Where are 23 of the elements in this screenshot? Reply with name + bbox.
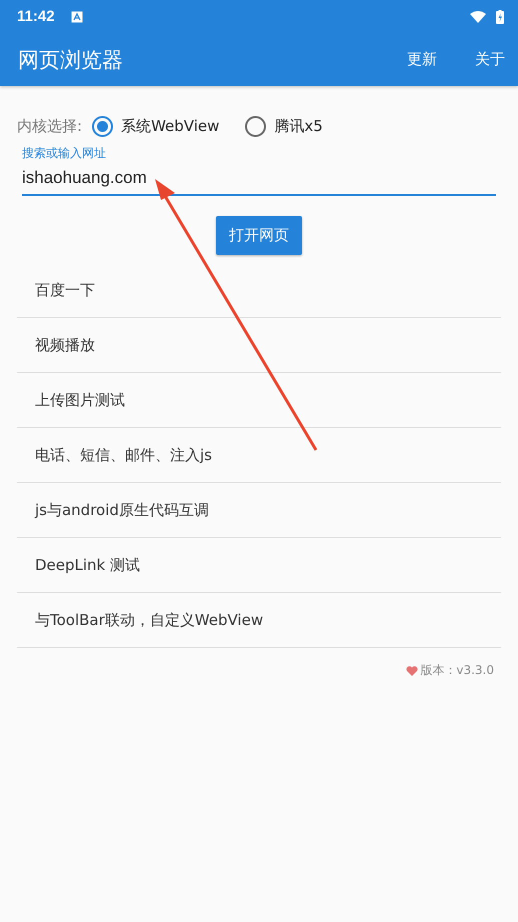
radio-label[interactable]: 系统WebView <box>121 116 220 136</box>
menu-list-item[interactable]: 上传图片测试 <box>17 373 501 428</box>
menu-list-item[interactable]: 视频播放 <box>17 318 501 373</box>
menu-list-item[interactable]: DeepLink 测试 <box>17 538 501 593</box>
radio-label[interactable]: 腾讯x5 <box>274 116 323 136</box>
menu-list-item[interactable]: 百度一下 <box>17 263 501 318</box>
field-label: 搜索或输入网址 <box>22 145 107 162</box>
battery-icon <box>496 10 504 24</box>
notification-icon <box>70 10 83 22</box>
heart-icon <box>406 664 418 676</box>
radio-button[interactable] <box>245 116 266 136</box>
kernel-label: 内核选择: <box>17 116 82 136</box>
version-text: 版本：v3.3.0 <box>420 662 494 679</box>
status-time: 11:42 <box>17 8 55 25</box>
menu-list-item[interactable]: 电话、短信、邮件、注入js <box>17 428 501 483</box>
open-button[interactable]: 打开网页 <box>216 216 302 255</box>
menu-list-item[interactable]: js与android原生代码互调 <box>17 483 501 538</box>
radio-button[interactable] <box>92 116 114 136</box>
menu-action[interactable]: 更新 <box>392 50 450 69</box>
wifi-icon <box>470 10 486 23</box>
menu-action[interactable]: 关于 <box>460 50 518 69</box>
menu-list-item[interactable]: 与ToolBar联动，自定义WebView <box>17 593 501 648</box>
app-title: 网页浏览器 <box>18 46 123 74</box>
